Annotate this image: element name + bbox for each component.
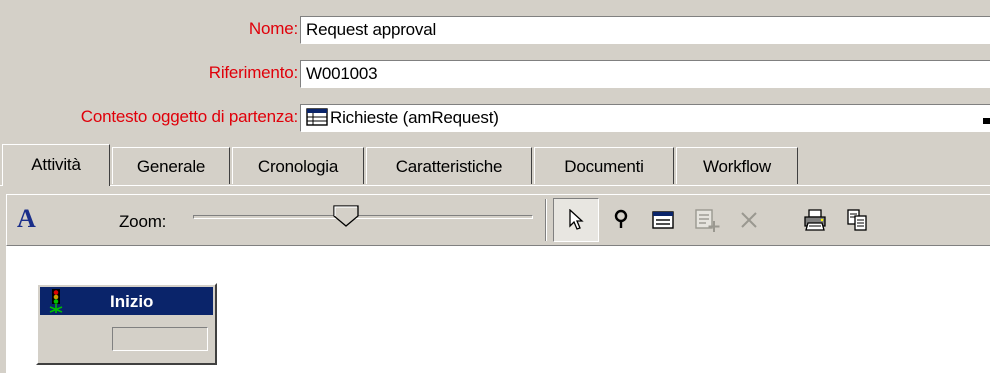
context-combo[interactable]: Richieste (amRequest) [300, 104, 990, 132]
copy-button[interactable] [841, 205, 873, 235]
properties-button[interactable] [647, 205, 679, 235]
zoom-label: Zoom: [119, 212, 167, 231]
print-button[interactable] [799, 205, 831, 235]
properties-icon [652, 211, 674, 229]
node-field [112, 327, 208, 351]
add-activity-icon [695, 209, 720, 232]
copy-icon [847, 209, 867, 231]
context-value: Richieste (amRequest) [330, 108, 499, 127]
tab-divider [0, 185, 990, 186]
print-icon [804, 209, 826, 231]
link-icon [614, 209, 628, 228]
delete-button[interactable] [733, 205, 765, 235]
name-label: Nome: [248, 19, 298, 38]
node-header: Inizio [40, 287, 213, 315]
table-icon [306, 108, 328, 126]
workflow-node-start[interactable]: Inizio [36, 283, 217, 365]
context-label: Contesto oggetto di partenza: [80, 107, 298, 126]
combo-arrow-icon[interactable] [982, 110, 990, 130]
tab-workflow[interactable]: Workflow [676, 147, 798, 184]
reference-field[interactable]: W001003 [300, 60, 990, 88]
tab-generale[interactable]: Generale [112, 147, 230, 184]
workflow-canvas[interactable]: Inizio [6, 246, 990, 373]
context-row: Contesto oggetto di partenza: Richieste … [0, 102, 990, 134]
tab-documenti[interactable]: Documenti [534, 147, 674, 184]
font-icon[interactable]: A [17, 204, 36, 234]
toolbar-separator [545, 199, 547, 241]
zoom-slider-thumb[interactable] [332, 204, 360, 228]
reference-label: Riferimento: [208, 63, 298, 82]
pointer-tool-button[interactable] [553, 198, 599, 242]
tab-bar: Attività Generale Cronologia Caratterist… [2, 144, 990, 186]
tab-caratteristiche[interactable]: Caratteristiche [366, 147, 532, 184]
reference-row: Riferimento: W001003 [0, 58, 990, 90]
tab-attivita[interactable]: Attività [2, 144, 110, 186]
name-field[interactable]: Request approval [300, 16, 990, 44]
pointer-icon [569, 209, 584, 230]
traffic-light-icon [49, 289, 63, 313]
node-title: Inizio [110, 292, 154, 311]
add-activity-button[interactable] [691, 205, 723, 235]
tab-cronologia[interactable]: Cronologia [232, 147, 364, 184]
name-row: Nome: Request approval [0, 14, 990, 46]
toolbar: A Zoom: [6, 194, 990, 246]
link-tool-button[interactable] [605, 205, 637, 235]
delete-icon [741, 212, 757, 228]
zoom-slider[interactable] [193, 215, 533, 219]
